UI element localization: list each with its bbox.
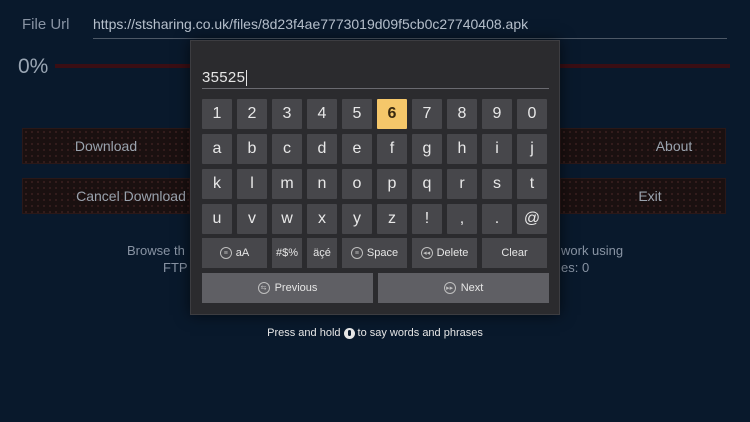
- key[interactable]: 8: [447, 99, 477, 129]
- keyboard-row: klmnopqrst: [202, 169, 547, 199]
- download-button[interactable]: Download: [22, 128, 190, 164]
- voice-hint: Press and hold to say words and phrases: [0, 327, 750, 339]
- key[interactable]: r: [447, 169, 477, 199]
- key[interactable]: 1: [202, 99, 232, 129]
- text-caret: [246, 69, 248, 86]
- on-screen-keyboard: 35525 1234567890 abcdefghij klmnopqrst uvwx…: [190, 40, 560, 315]
- key[interactable]: 9: [482, 99, 512, 129]
- key[interactable]: z: [377, 204, 407, 234]
- exit-button-label: Exit: [638, 188, 662, 204]
- accents-key-label: äçé: [313, 247, 331, 259]
- key[interactable]: ,: [447, 204, 477, 234]
- key[interactable]: v: [237, 204, 267, 234]
- next-label: Next: [460, 282, 484, 294]
- key[interactable]: y: [342, 204, 372, 234]
- info-text-left-line-1: Browse th: [127, 243, 185, 258]
- key[interactable]: .: [482, 204, 512, 234]
- cancel-download-label: Cancel Download: [76, 188, 186, 204]
- info-text-right: work using es: 0: [561, 242, 623, 276]
- keyboard-row: u v w x y z!,. @: [202, 204, 547, 234]
- key[interactable]: i: [482, 134, 512, 164]
- delete-icon: ◂◂: [420, 247, 433, 259]
- key[interactable]: 7: [412, 99, 442, 129]
- symbols-key[interactable]: #$%: [272, 238, 302, 268]
- about-button[interactable]: About: [560, 128, 726, 164]
- key[interactable]: h: [447, 134, 477, 164]
- space-key[interactable]: ≡ Space: [342, 238, 407, 268]
- key[interactable]: 4: [307, 99, 337, 129]
- previous-label: Previous: [274, 282, 318, 294]
- key[interactable]: 2: [237, 99, 267, 129]
- key[interactable]: g: [412, 134, 442, 164]
- exit-button[interactable]: Exit: [560, 178, 726, 214]
- key[interactable]: t: [517, 169, 547, 199]
- voice-hint-before: Press and hold: [267, 327, 341, 339]
- file-url-label: File Url: [22, 16, 70, 33]
- next-button[interactable]: ▸▸ Next: [378, 273, 549, 303]
- key[interactable]: 6: [377, 99, 407, 129]
- key[interactable]: s: [482, 169, 512, 199]
- keyboard-input-value: 35525: [202, 69, 246, 86]
- key[interactable]: c: [272, 134, 302, 164]
- key[interactable]: e: [342, 134, 372, 164]
- key[interactable]: p: [377, 169, 407, 199]
- info-text-right-line-2: es: 0: [561, 260, 590, 275]
- case-toggle-key[interactable]: ≡ aA: [202, 238, 267, 268]
- info-text-right-line-1: work using: [561, 243, 624, 258]
- key[interactable]: b: [237, 134, 267, 164]
- space-key-label: Space: [366, 247, 399, 259]
- cancel-download-button[interactable]: Cancel Download: [22, 178, 190, 214]
- case-toggle-icon: ≡: [219, 247, 232, 259]
- progress-percent: 0%: [18, 55, 49, 78]
- key[interactable]: w: [272, 204, 302, 234]
- key[interactable]: n: [307, 169, 337, 199]
- key[interactable]: f: [377, 134, 407, 164]
- voice-hint-after: to say words and phrases: [357, 327, 483, 339]
- key[interactable]: d: [307, 134, 337, 164]
- about-button-label: About: [655, 138, 693, 154]
- clear-key-label: Clear: [501, 247, 528, 259]
- next-icon: ▸▸: [443, 282, 456, 294]
- case-toggle-label: aA: [235, 247, 250, 259]
- file-url-input[interactable]: https://stsharing.co.uk/files/8d23f4ae77…: [93, 16, 727, 39]
- key[interactable]: q: [412, 169, 442, 199]
- key[interactable]: !: [412, 204, 442, 234]
- key[interactable]: a: [202, 134, 232, 164]
- microphone-icon: [343, 327, 355, 339]
- key[interactable]: m: [272, 169, 302, 199]
- key[interactable]: @: [517, 204, 547, 234]
- key[interactable]: x: [307, 204, 337, 234]
- accents-key[interactable]: äçé: [307, 238, 337, 268]
- delete-key-label: Delete: [436, 247, 469, 259]
- symbols-key-label: #$%: [275, 247, 299, 259]
- function-keys-row: ≡ aA #$% äçé ≡ Space ◂◂ Delete Clear: [202, 238, 547, 268]
- keyboard-text-input[interactable]: 35525: [202, 67, 549, 89]
- key[interactable]: o: [342, 169, 372, 199]
- key[interactable]: 3: [272, 99, 302, 129]
- key[interactable]: 0: [517, 99, 547, 129]
- key[interactable]: u: [202, 204, 232, 234]
- keyboard-row: 1234567890: [202, 99, 547, 129]
- delete-key[interactable]: ◂◂ Delete: [412, 238, 477, 268]
- key[interactable]: k: [202, 169, 232, 199]
- info-text-left-line-2: FTP: [163, 260, 188, 275]
- previous-icon: ⇆: [257, 282, 270, 294]
- keyboard-row: abcdefghij: [202, 134, 547, 164]
- key[interactable]: j: [517, 134, 547, 164]
- space-icon: ≡: [350, 247, 363, 259]
- info-text-left: Browse th FTP: [127, 242, 188, 276]
- key[interactable]: l: [237, 169, 267, 199]
- key[interactable]: 5: [342, 99, 372, 129]
- previous-button[interactable]: ⇆ Previous: [202, 273, 373, 303]
- clear-key[interactable]: Clear: [482, 238, 547, 268]
